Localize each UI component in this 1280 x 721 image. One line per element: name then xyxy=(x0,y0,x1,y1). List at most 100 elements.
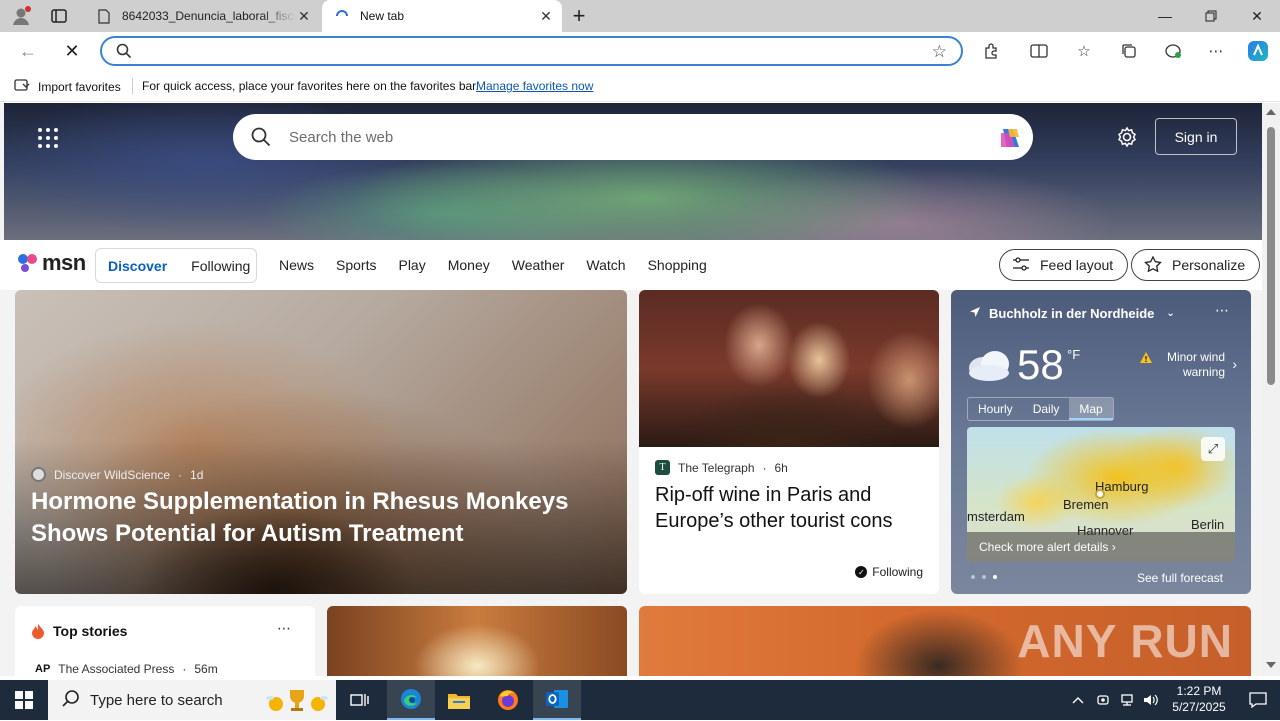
page-scrollbar[interactable] xyxy=(1262,103,1280,676)
copilot-icon[interactable] xyxy=(995,123,1025,153)
more-options-icon[interactable]: ⋯ xyxy=(277,620,291,637)
scroll-up-arrow[interactable] xyxy=(1266,109,1276,115)
tab-hourly[interactable]: Hourly xyxy=(968,398,1023,420)
top-stories-title: Top stories xyxy=(53,623,128,639)
map-label-amsterdam: msterdam xyxy=(967,509,1025,524)
edge-taskbar-icon[interactable] xyxy=(387,680,435,720)
nav-link-weather[interactable]: Weather xyxy=(512,257,565,273)
weather-location[interactable]: Buchholz in der Nordheide ⌄ xyxy=(969,306,1175,321)
browser-tab-bar: 8642033_Denuncia_laboral_fiscal... ✕ New… xyxy=(0,0,1280,32)
nav-link-watch[interactable]: Watch xyxy=(586,257,625,273)
following-label: Following xyxy=(872,565,923,579)
following-button[interactable]: ✓ Following xyxy=(855,565,923,579)
browser-essentials-icon[interactable] xyxy=(1163,41,1183,61)
manage-favorites-link[interactable]: Manage favorites now xyxy=(476,79,593,93)
close-window-button[interactable]: ✕ xyxy=(1234,0,1280,32)
feed-layout-button[interactable]: Feed layout xyxy=(999,249,1129,281)
nav-link-news[interactable]: News xyxy=(279,257,314,273)
back-button[interactable]: ← xyxy=(17,40,39,62)
story-card[interactable] xyxy=(327,606,627,676)
search-icon xyxy=(116,43,132,64)
carousel-dot[interactable] xyxy=(993,575,997,579)
scrollbar-thumb[interactable] xyxy=(1267,127,1275,385)
carousel-dot[interactable] xyxy=(982,575,986,579)
close-tab-icon[interactable]: ✕ xyxy=(538,8,554,24)
tab-discover[interactable]: Discover xyxy=(96,258,179,274)
tab-actions-icon[interactable] xyxy=(50,7,68,25)
search-placeholder: Search the web xyxy=(289,129,394,146)
msn-logo[interactable]: msn xyxy=(16,250,86,276)
nav-link-sports[interactable]: Sports xyxy=(336,257,376,273)
lead-story-card[interactable]: Discover WildScience · 1d Hormone Supple… xyxy=(15,290,627,594)
telegraph-logo-icon: T xyxy=(655,460,670,475)
task-view-icon[interactable] xyxy=(336,680,384,720)
favorites-icon[interactable]: ☆ xyxy=(1074,41,1094,61)
network-icon[interactable] xyxy=(1116,680,1138,720)
nav-link-shopping[interactable]: Shopping xyxy=(648,257,707,273)
search-highlight-icon xyxy=(262,684,332,716)
loading-spinner-icon xyxy=(334,8,350,24)
taskbar-search-box[interactable]: Type here to search xyxy=(48,680,336,720)
scroll-down-arrow[interactable] xyxy=(1266,662,1276,668)
story-headline[interactable]: Rip-off wine in Paris and Europe’s other… xyxy=(655,482,925,534)
windows-taskbar: Type here to search 1:22 PM 5/27/2025 xyxy=(0,680,1280,720)
import-favorites-button[interactable]: Import favorites xyxy=(14,78,121,95)
personalize-button[interactable]: Personalize xyxy=(1131,249,1261,281)
favorite-star-icon[interactable]: ☆ xyxy=(932,42,947,62)
story-card[interactable]: ANY RUN xyxy=(639,606,1251,676)
check-icon: ✓ xyxy=(855,566,868,578)
split-screen-icon[interactable] xyxy=(1029,41,1049,61)
favorites-bar: Import favorites For quick access, place… xyxy=(0,70,1280,102)
web-search-box[interactable]: Search the web xyxy=(233,114,1033,160)
source-logo-icon xyxy=(31,467,46,482)
file-explorer-icon[interactable] xyxy=(435,680,483,720)
document-icon xyxy=(96,8,112,24)
more-options-icon[interactable]: ⋯ xyxy=(1215,302,1229,319)
tab-following[interactable]: Following xyxy=(179,258,262,274)
stop-loading-button[interactable]: ✕ xyxy=(61,40,83,62)
taskbar-clock[interactable]: 1:22 PM 5/27/2025 xyxy=(1164,683,1234,715)
collections-icon[interactable] xyxy=(1119,41,1139,61)
alert-details-label: Check more alert details xyxy=(979,540,1109,554)
weather-map[interactable]: Hamburg Bremen Hannover Berlin msterdam … xyxy=(967,427,1235,562)
outlook-icon[interactable] xyxy=(533,680,581,720)
windows-logo-icon xyxy=(15,691,33,709)
story-headline[interactable]: Hormone Supplementation in Rhesus Monkey… xyxy=(31,486,601,550)
import-favorites-label: Import favorites xyxy=(38,79,121,94)
expand-icon[interactable]: ⤢ xyxy=(1201,437,1225,461)
device-icon[interactable] xyxy=(1092,680,1114,720)
msn-butterfly-icon xyxy=(18,254,37,272)
settings-more-icon[interactable]: ⋯ xyxy=(1206,41,1226,61)
tab-title: New tab xyxy=(360,9,405,23)
volume-icon[interactable] xyxy=(1140,680,1162,720)
alert-details-link[interactable]: Check more alert details › xyxy=(967,532,1235,562)
carousel-dot[interactable] xyxy=(971,575,975,579)
minimize-button[interactable]: — xyxy=(1142,0,1188,32)
notification-center-icon[interactable] xyxy=(1236,680,1280,720)
tab-daily[interactable]: Daily xyxy=(1023,398,1070,420)
tab-pdf-document[interactable]: 8642033_Denuncia_laboral_fiscal... ✕ xyxy=(84,0,320,32)
secondary-story-card[interactable]: T The Telegraph · 6h Rip-off wine in Par… xyxy=(639,290,939,594)
see-full-forecast-link[interactable]: See full forecast xyxy=(1137,571,1223,585)
close-tab-icon[interactable]: ✕ xyxy=(296,8,312,24)
weather-warning[interactable]: Minor wind warning xyxy=(1137,350,1225,380)
copilot-icon[interactable] xyxy=(1246,39,1270,63)
sign-in-button[interactable]: Sign in xyxy=(1155,118,1237,155)
new-tab-button[interactable]: + xyxy=(568,5,590,28)
start-button[interactable] xyxy=(0,680,48,720)
nav-link-money[interactable]: Money xyxy=(448,257,490,273)
address-bar[interactable]: ☆ xyxy=(100,36,963,66)
apps-launcher-icon[interactable] xyxy=(38,128,58,148)
nav-link-play[interactable]: Play xyxy=(398,257,425,273)
profile-icon[interactable] xyxy=(10,5,32,27)
browser-toolbar: ← ✕ ☆ ☆ ⋯ xyxy=(0,32,1280,70)
import-icon xyxy=(14,78,30,95)
extensions-icon[interactable] xyxy=(981,41,1001,61)
show-hidden-icons-chevron-icon[interactable] xyxy=(1068,680,1088,720)
restore-button[interactable] xyxy=(1188,0,1234,32)
tab-new-tab[interactable]: New tab ✕ xyxy=(322,0,562,32)
gear-icon[interactable] xyxy=(1116,126,1138,148)
chevron-right-icon[interactable]: › xyxy=(1232,356,1237,372)
tab-map[interactable]: Map xyxy=(1069,398,1113,420)
firefox-icon[interactable] xyxy=(484,680,532,720)
